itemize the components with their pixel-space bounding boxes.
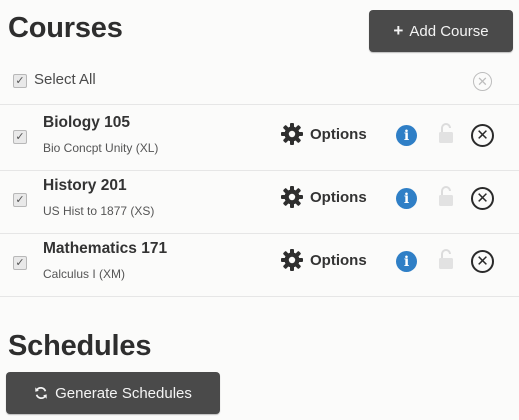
generate-schedules-label: Generate Schedules bbox=[55, 384, 192, 402]
course-description: Calculus I (XM) bbox=[43, 267, 126, 281]
info-icon[interactable]: i bbox=[396, 125, 417, 146]
gear-icon bbox=[281, 249, 303, 271]
lock-icon[interactable] bbox=[438, 248, 454, 270]
course-row: ✓ Biology 105 Bio Concpt Unity (XL) Opti… bbox=[0, 108, 519, 170]
add-course-label: Add Course bbox=[409, 22, 489, 40]
gear-icon bbox=[281, 186, 303, 208]
lock-icon[interactable] bbox=[438, 185, 454, 207]
course-checkbox[interactable]: ✓ bbox=[13, 193, 27, 207]
courses-heading: Courses bbox=[8, 12, 123, 44]
course-row: ✓ Mathematics 171 Calculus I (XM) Option… bbox=[0, 234, 519, 296]
refresh-icon bbox=[35, 387, 47, 399]
remove-course-icon[interactable]: ✕ bbox=[471, 124, 494, 147]
schedules-heading: Schedules bbox=[8, 330, 152, 362]
checkmark-icon: ✓ bbox=[15, 131, 25, 143]
options-label: Options bbox=[310, 125, 367, 143]
course-row: ✓ History 201 US Hist to 1877 (XS) Optio… bbox=[0, 171, 519, 233]
info-icon[interactable]: i bbox=[396, 188, 417, 209]
course-checkbox[interactable]: ✓ bbox=[13, 256, 27, 270]
remove-course-icon[interactable]: ✕ bbox=[471, 250, 494, 273]
options-button[interactable]: Options bbox=[280, 122, 367, 146]
info-icon[interactable]: i bbox=[396, 251, 417, 272]
course-name: History 201 bbox=[43, 177, 127, 194]
plus-icon: + bbox=[393, 21, 404, 40]
select-all-checkbox[interactable]: ✓ bbox=[13, 74, 27, 88]
checkmark-icon: ✓ bbox=[15, 194, 25, 206]
clear-all-icon[interactable]: ✕ bbox=[473, 72, 492, 91]
options-label: Options bbox=[310, 251, 367, 269]
add-course-button[interactable]: + Add Course bbox=[369, 10, 513, 52]
course-description: Bio Concpt Unity (XL) bbox=[43, 141, 159, 155]
divider bbox=[0, 296, 519, 297]
course-name: Biology 105 bbox=[43, 114, 130, 131]
select-all-label[interactable]: Select All bbox=[34, 71, 96, 88]
course-name: Mathematics 171 bbox=[43, 240, 168, 257]
options-button[interactable]: Options bbox=[280, 185, 367, 209]
lock-icon[interactable] bbox=[438, 122, 454, 144]
options-label: Options bbox=[310, 188, 367, 206]
options-button[interactable]: Options bbox=[280, 248, 367, 272]
gear-icon bbox=[281, 123, 303, 145]
course-description: US Hist to 1877 (XS) bbox=[43, 204, 155, 218]
course-checkbox[interactable]: ✓ bbox=[13, 130, 27, 144]
checkmark-icon: ✓ bbox=[15, 75, 25, 87]
generate-schedules-button[interactable]: Generate Schedules bbox=[6, 372, 220, 414]
remove-course-icon[interactable]: ✕ bbox=[471, 187, 494, 210]
checkmark-icon: ✓ bbox=[15, 257, 25, 269]
divider bbox=[0, 104, 519, 105]
